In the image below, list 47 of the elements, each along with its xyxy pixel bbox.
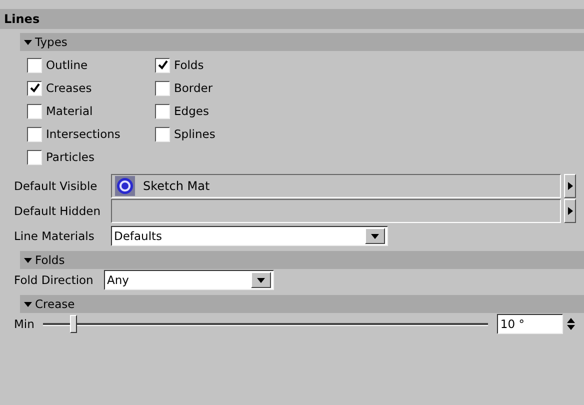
section-header[interactable]: Crease [20, 295, 584, 313]
dropdown-button[interactable] [251, 272, 271, 288]
checkbox[interactable] [155, 126, 170, 142]
field-label: Default Hidden [14, 204, 102, 218]
number-field[interactable]: 10 ° [497, 314, 564, 334]
checkbox[interactable] [27, 58, 42, 72]
checkbox-label: Outline [46, 58, 88, 72]
checkbox[interactable] [27, 150, 42, 164]
checkbox[interactable] [155, 104, 170, 118]
checkbox-label: Edges [174, 104, 209, 118]
material-swatch-icon [115, 176, 135, 196]
checkbox-label: Intersections [46, 127, 120, 141]
dropdown[interactable]: Defaults [111, 226, 388, 246]
up-down-arrows-icon [567, 318, 576, 330]
checkbox[interactable] [155, 58, 170, 72]
caret-right-icon [568, 182, 572, 190]
material-link-field[interactable] [111, 199, 561, 223]
checkbox-label: Border [174, 81, 213, 95]
checkbox[interactable] [27, 126, 42, 142]
material-name: Sketch Mat [143, 179, 210, 193]
arrow-button[interactable] [564, 174, 576, 198]
checkbox-label: Creases [46, 81, 92, 95]
section-header[interactable]: Folds [20, 251, 584, 269]
expanded-arrow-icon[interactable] [24, 256, 32, 264]
slider-thumb[interactable] [70, 315, 78, 333]
expanded-arrow-icon[interactable] [24, 300, 32, 308]
dropdown-button[interactable] [365, 228, 385, 244]
field-label: Min [14, 317, 34, 331]
material-link-field[interactable]: Sketch Mat [111, 174, 561, 198]
dropdown[interactable]: Any [104, 270, 274, 290]
section-header[interactable]: Types [20, 33, 584, 51]
arrow-button[interactable] [564, 199, 576, 223]
checkbox-label: Folds [174, 58, 204, 72]
field-label: Default Visible [14, 179, 98, 193]
caret-right-icon [568, 207, 572, 215]
checkbox-label: Splines [174, 127, 216, 141]
checkbox-label: Material [46, 104, 93, 118]
checkbox[interactable] [155, 80, 170, 96]
field-label: Line Materials [14, 229, 96, 243]
panel-title: Lines [0, 9, 584, 29]
checkbox-label: Particles [46, 150, 94, 164]
expanded-arrow-icon[interactable] [24, 38, 32, 46]
checkbox[interactable] [27, 80, 42, 96]
checkbox[interactable] [27, 104, 42, 118]
caret-down-icon [257, 278, 265, 282]
field-label: Fold Direction [14, 273, 94, 287]
caret-down-icon [371, 234, 379, 238]
